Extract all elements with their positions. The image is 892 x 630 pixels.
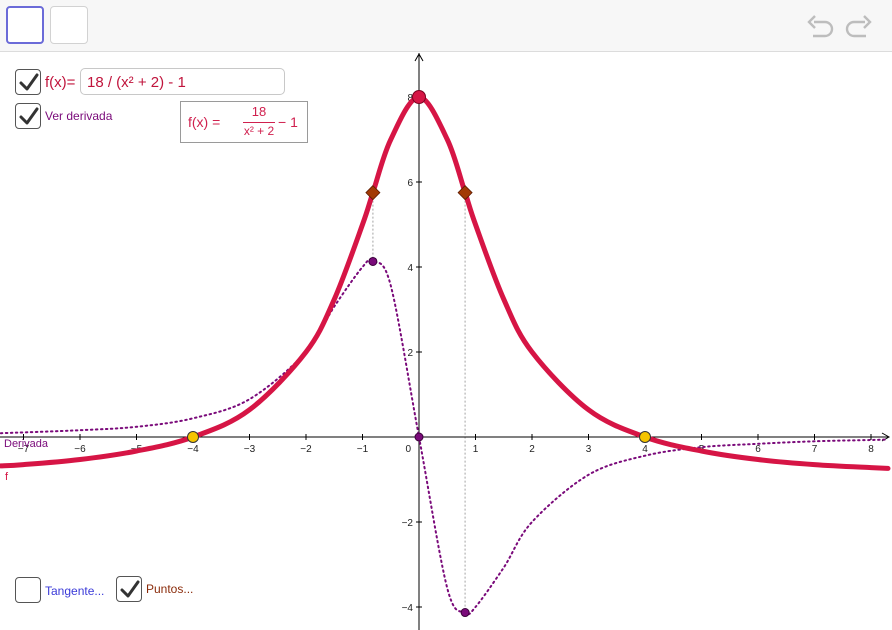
formula-display: f(x) = 18 x² + 2 − 1 xyxy=(180,101,308,143)
y-tick-label: −4 xyxy=(402,603,414,614)
y-tick-label: 4 xyxy=(407,263,413,274)
puntos-checkbox[interactable] xyxy=(116,576,142,602)
derivative-point xyxy=(414,432,424,442)
curves xyxy=(0,94,891,616)
inflection-point xyxy=(457,185,473,201)
x-tick-label: 3 xyxy=(586,444,592,455)
derivative-curve-label: Derivada xyxy=(4,438,49,450)
puntos-label: Puntos... xyxy=(146,582,194,596)
x-tick-label: 7 xyxy=(812,444,818,455)
function-input-label: f(x)= xyxy=(45,74,76,91)
x-tick-label: −6 xyxy=(74,444,86,455)
checkmark-icon xyxy=(120,580,140,598)
x-tick-label: −3 xyxy=(244,444,256,455)
tangente-label: Tangente... xyxy=(45,584,105,598)
checkmark-icon xyxy=(19,73,39,91)
undo-arrow-icon xyxy=(807,15,834,38)
tangente-checkbox[interactable] xyxy=(15,577,41,603)
graphics-view[interactable]: −7 −6 −5 −4 −3 −2 −1 1 2 3 4 5 6 7 8−4−224680 xyxy=(0,53,892,630)
ver-derivada-label: Ver derivada xyxy=(45,109,113,123)
function-input[interactable]: 18 / (x² + 2) - 1 xyxy=(80,68,285,95)
x-tick-label: 8 xyxy=(868,444,874,455)
origin-label: 0 xyxy=(405,444,411,455)
function-visibility-checkbox[interactable] xyxy=(15,69,41,95)
redo-arrow-icon xyxy=(845,15,872,38)
x-tick-label: 1 xyxy=(473,444,479,455)
formula-lhs: f(x) = xyxy=(188,114,221,130)
undo-button[interactable] xyxy=(806,13,836,39)
f-curve-label: f xyxy=(5,471,9,483)
toolbar xyxy=(0,0,892,52)
y-tick-label: 2 xyxy=(407,348,413,359)
formula-tail: − 1 xyxy=(278,114,298,130)
x-tick-label: 4 xyxy=(642,444,648,455)
x-tick-label: −1 xyxy=(357,444,369,455)
move-tool-button[interactable] xyxy=(6,6,44,44)
redo-button[interactable] xyxy=(843,13,873,39)
f-curve xyxy=(0,94,891,471)
x-tick-label: −4 xyxy=(187,444,199,455)
derivative-point xyxy=(368,256,378,266)
tool-button-2[interactable] xyxy=(50,6,88,44)
fraction-bar xyxy=(243,122,275,123)
checkmark-icon xyxy=(19,107,39,125)
x-tick-label: −2 xyxy=(300,444,312,455)
formula-denominator: x² + 2 xyxy=(243,124,275,138)
formula-numerator: 18 xyxy=(251,104,267,119)
ver-derivada-checkbox[interactable] xyxy=(15,103,41,129)
y-tick-label: 6 xyxy=(407,178,413,189)
axes xyxy=(0,53,891,630)
y-tick-label: −2 xyxy=(402,518,414,529)
root-point xyxy=(639,431,651,443)
inflection-point xyxy=(365,185,381,201)
derivative-point xyxy=(460,608,470,618)
x-tick-label: 6 xyxy=(755,444,761,455)
axis-ticks: −7 −6 −5 −4 −3 −2 −1 1 2 3 4 5 6 7 8−4−224680 xyxy=(18,93,874,614)
x-tick-label: 2 xyxy=(529,444,535,455)
maximum-point xyxy=(412,90,426,104)
root-point xyxy=(187,431,199,443)
